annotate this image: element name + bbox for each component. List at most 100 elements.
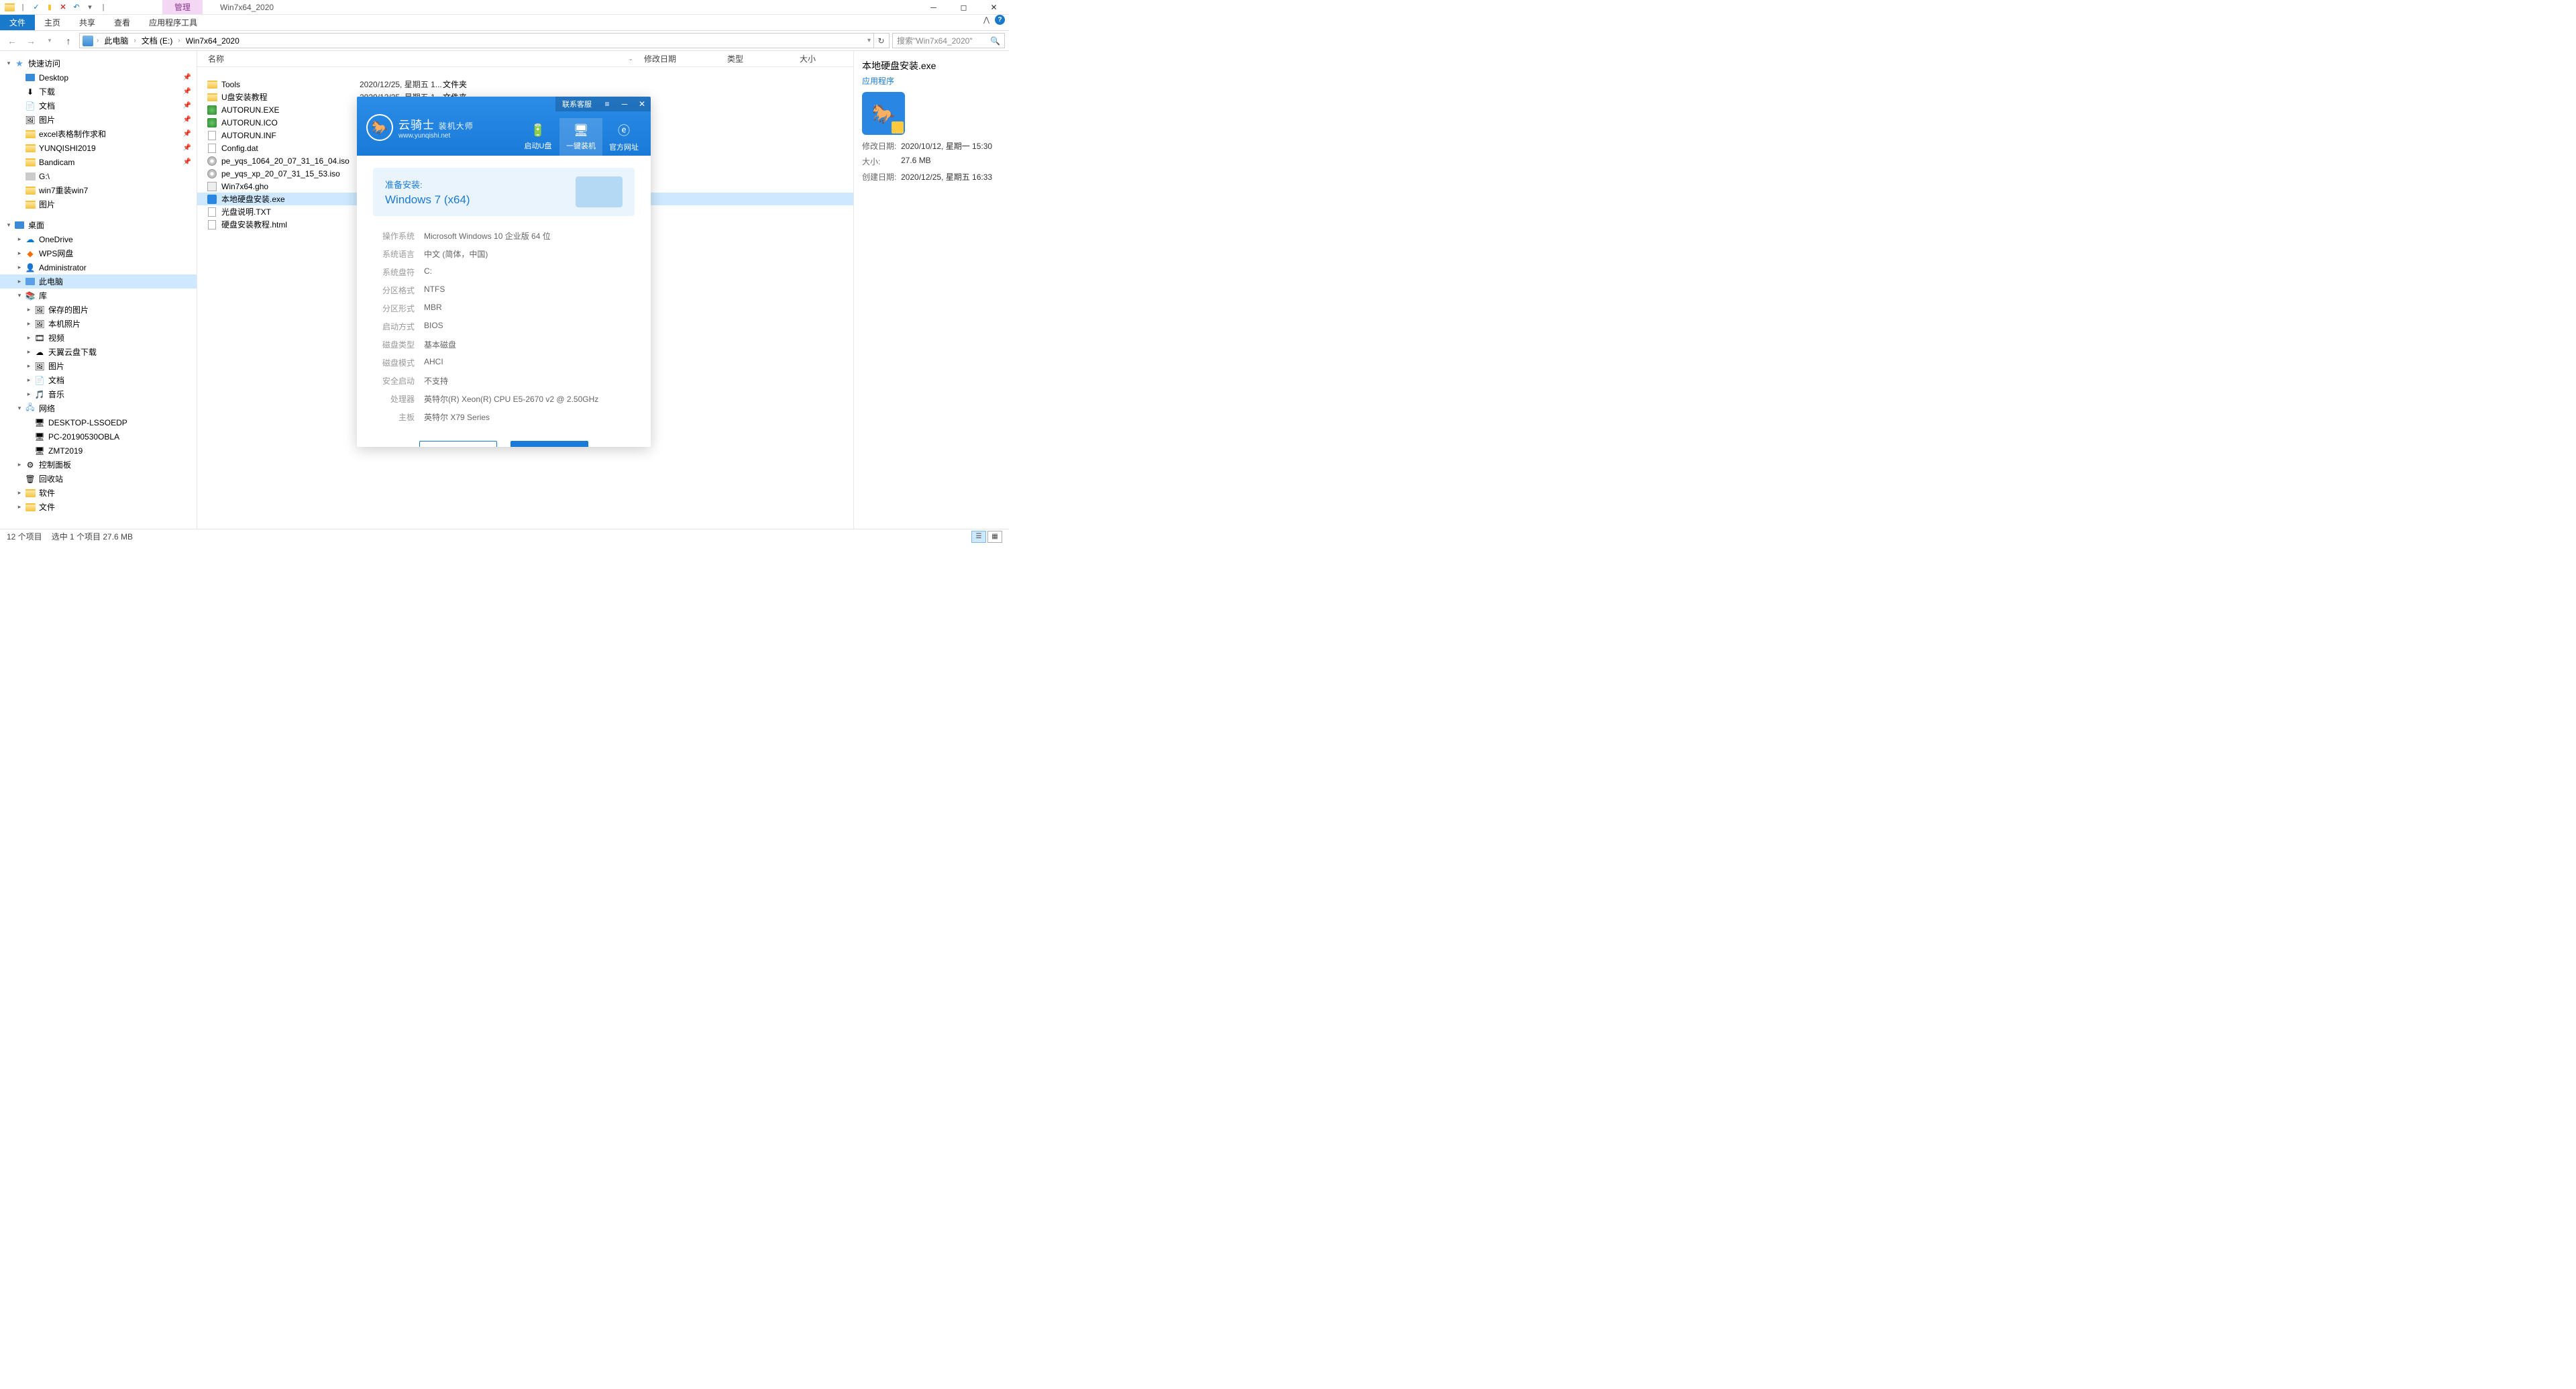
file-row[interactable]: Tools2020/12/25, 星期五 1...文件夹 — [197, 78, 853, 91]
ribbon-tab-share[interactable]: 共享 — [70, 15, 105, 30]
tree-onedrive[interactable]: ▸☁OneDrive — [0, 232, 197, 246]
tree-documents-2[interactable]: ▸📄文档 — [0, 373, 197, 387]
yqs-info-key: 分区形式 — [373, 303, 415, 314]
tree-wps[interactable]: ▸◆WPS网盘 — [0, 246, 197, 260]
minimize-button[interactable]: ─ — [918, 0, 949, 15]
yqs-info-value: 不支持 — [424, 375, 448, 387]
qat-properties-icon[interactable]: ✓ — [31, 2, 42, 13]
tree-desktop-lssoedp[interactable]: 🖥DESKTOP-LSSOEDP — [0, 415, 197, 429]
titlebar: | ✓ ▮ ✕ ↶ ▾ | 管理 Win7x64_2020 ─ ◻ ✕ — [0, 0, 1009, 15]
breadcrumb-dropdown-icon[interactable]: ▾ — [867, 37, 871, 44]
chevron-right-icon[interactable]: › — [176, 37, 182, 44]
nav-back-button[interactable]: ← — [4, 33, 20, 49]
column-size[interactable]: 大小 — [793, 53, 853, 64]
view-icons-button[interactable]: ▦ — [987, 531, 1002, 543]
laptop-illustration-icon — [576, 176, 623, 207]
tree-videos[interactable]: ▸🎞视频 — [0, 331, 197, 345]
tree-pc-2019[interactable]: 🖥PC-20190530OBLA — [0, 429, 197, 444]
folder-icon — [24, 129, 36, 140]
breadcrumb-folder[interactable]: Win7x64_2020 — [184, 36, 241, 46]
drive-icon — [24, 171, 36, 182]
yqs-info-row: 操作系统Microsoft Windows 10 企业版 64 位 — [373, 227, 635, 245]
search-icon[interactable]: 🔍 — [990, 36, 1000, 46]
tree-pictures[interactable]: 🖼图片📌 — [0, 113, 197, 127]
yqs-contact-link[interactable]: 联系客服 — [555, 99, 598, 109]
close-button[interactable]: ✕ — [979, 0, 1009, 15]
column-name[interactable]: 名称 — [197, 53, 352, 64]
user-icon: 👤 — [24, 262, 36, 273]
ribbon-expand-icon[interactable]: ⋀ — [983, 15, 989, 24]
search-input[interactable]: 搜索"Win7x64_2020" 🔍 — [892, 33, 1005, 48]
breadcrumb[interactable]: › 此电脑 › 文档 (E:) › Win7x64_2020 ▾ — [79, 33, 874, 48]
tree-documents[interactable]: 📄文档📌 — [0, 99, 197, 113]
yqs-minimize-button[interactable]: ─ — [616, 99, 633, 109]
ribbon-context-tab[interactable]: 管理 — [162, 0, 203, 14]
breadcrumb-drive[interactable]: 文档 (E:) — [140, 35, 175, 46]
nav-forward-button[interactable]: → — [23, 33, 39, 49]
prop-key: 创建日期: — [862, 171, 901, 183]
yqs-info-value: AHCI — [424, 357, 443, 368]
yqs-info-value: BIOS — [424, 321, 443, 332]
help-icon[interactable]: ? — [995, 15, 1005, 25]
chevron-right-icon[interactable]: › — [95, 37, 101, 44]
column-date[interactable]: 修改日期 — [637, 53, 720, 64]
tree-saved-pictures[interactable]: ▸🖼保存的图片 — [0, 303, 197, 317]
tree-recycle-bin[interactable]: 🗑回收站 — [0, 472, 197, 486]
statusbar: 12 个项目 选中 1 个项目 27.6 MB ☰ ▦ — [0, 529, 1009, 544]
tree-bandicam[interactable]: Bandicam📌 — [0, 155, 197, 169]
addressbar: ← → ▾ ↑ › 此电脑 › 文档 (E:) › Win7x64_2020 ▾… — [0, 31, 1009, 51]
qat-undo-icon[interactable]: ↶ — [71, 2, 82, 13]
yqs-prev-button[interactable]: 上一步 — [419, 441, 497, 447]
yqs-close-button[interactable]: ✕ — [633, 99, 651, 109]
maximize-button[interactable]: ◻ — [949, 0, 979, 15]
tree-pictures-3[interactable]: ▸🖼图片 — [0, 359, 197, 373]
details-property: 修改日期:2020/10/12, 星期一 15:30 — [862, 140, 1001, 152]
tree-pictures-2[interactable]: 图片 — [0, 197, 197, 211]
chevron-right-icon[interactable]: › — [131, 37, 138, 44]
tree-local-photos[interactable]: ▸🖼本机照片 — [0, 317, 197, 331]
ribbon-tab-apptools[interactable]: 应用程序工具 — [140, 15, 207, 30]
yqs-info-row: 安全启动不支持 — [373, 372, 635, 390]
yqs-menu-button[interactable]: ≡ — [598, 99, 616, 109]
tree-win7reinstall[interactable]: win7重装win7 — [0, 183, 197, 197]
yqs-info-value: 英特尔 X79 Series — [424, 411, 490, 423]
tree-network[interactable]: ▾🖧网络 — [0, 401, 197, 415]
yqs-info-value: NTFS — [424, 285, 445, 296]
tree-control-panel[interactable]: ▸⚙控制面板 — [0, 458, 197, 472]
details-subtype: 应用程序 — [862, 75, 1001, 87]
tree-yunqishi2019[interactable]: YUNQISHI2019📌 — [0, 141, 197, 155]
tree-tianyi[interactable]: ▸☁天翼云盘下载 — [0, 345, 197, 359]
tree-downloads[interactable]: ⬇下载📌 — [0, 85, 197, 99]
tree-quick-access[interactable]: ▾★快速访问 — [0, 56, 197, 70]
tree-music[interactable]: ▸🎵音乐 — [0, 387, 197, 401]
file-name: 硬盘安装教程.html — [221, 219, 360, 230]
ribbon-tab-home[interactable]: 主页 — [35, 15, 70, 30]
tree-software[interactable]: ▸软件 — [0, 486, 197, 500]
tree-administrator[interactable]: ▸👤Administrator — [0, 260, 197, 274]
view-details-button[interactable]: ☰ — [971, 531, 986, 543]
tree-desktop-section[interactable]: ▾桌面 — [0, 218, 197, 232]
tree-files[interactable]: ▸文件 — [0, 500, 197, 514]
refresh-button[interactable]: ↻ — [873, 33, 890, 48]
yqs-tab-site[interactable]: ⓔ官方网址 — [602, 118, 645, 156]
nav-recent-dropdown[interactable]: ▾ — [42, 33, 58, 49]
qat-newfolder-icon[interactable]: ▮ — [44, 2, 55, 13]
ribbon-tab-view[interactable]: 查看 — [105, 15, 140, 30]
tree-thispc[interactable]: ▸此电脑 — [0, 274, 197, 289]
yqs-next-button[interactable]: 下一步 — [511, 441, 588, 447]
yqs-tab-install[interactable]: 🖥一键装机 — [559, 118, 602, 156]
ribbon-tab-file[interactable]: 文件 — [0, 15, 35, 30]
yqs-tab-usb[interactable]: 🔋启动U盘 — [517, 118, 559, 156]
tree-drive-g[interactable]: G:\ — [0, 169, 197, 183]
tree-zmt2019[interactable]: 🖥ZMT2019 — [0, 444, 197, 458]
tree-excel[interactable]: excel表格制作求和📌 — [0, 127, 197, 141]
navigation-tree[interactable]: ▾★快速访问 Desktop📌 ⬇下载📌 📄文档📌 🖼图片📌 excel表格制作… — [0, 51, 197, 529]
nav-up-button[interactable]: ↑ — [60, 33, 76, 49]
breadcrumb-thispc[interactable]: 此电脑 — [102, 35, 130, 46]
qat-delete-icon[interactable]: ✕ — [58, 2, 68, 13]
column-sort-icon[interactable]: ⌄ — [628, 55, 637, 62]
column-type[interactable]: 类型 — [720, 53, 793, 64]
tree-desktop[interactable]: Desktop📌 — [0, 70, 197, 85]
tree-libraries[interactable]: ▾📚库 — [0, 289, 197, 303]
qat-dropdown-icon[interactable]: ▾ — [85, 2, 95, 13]
